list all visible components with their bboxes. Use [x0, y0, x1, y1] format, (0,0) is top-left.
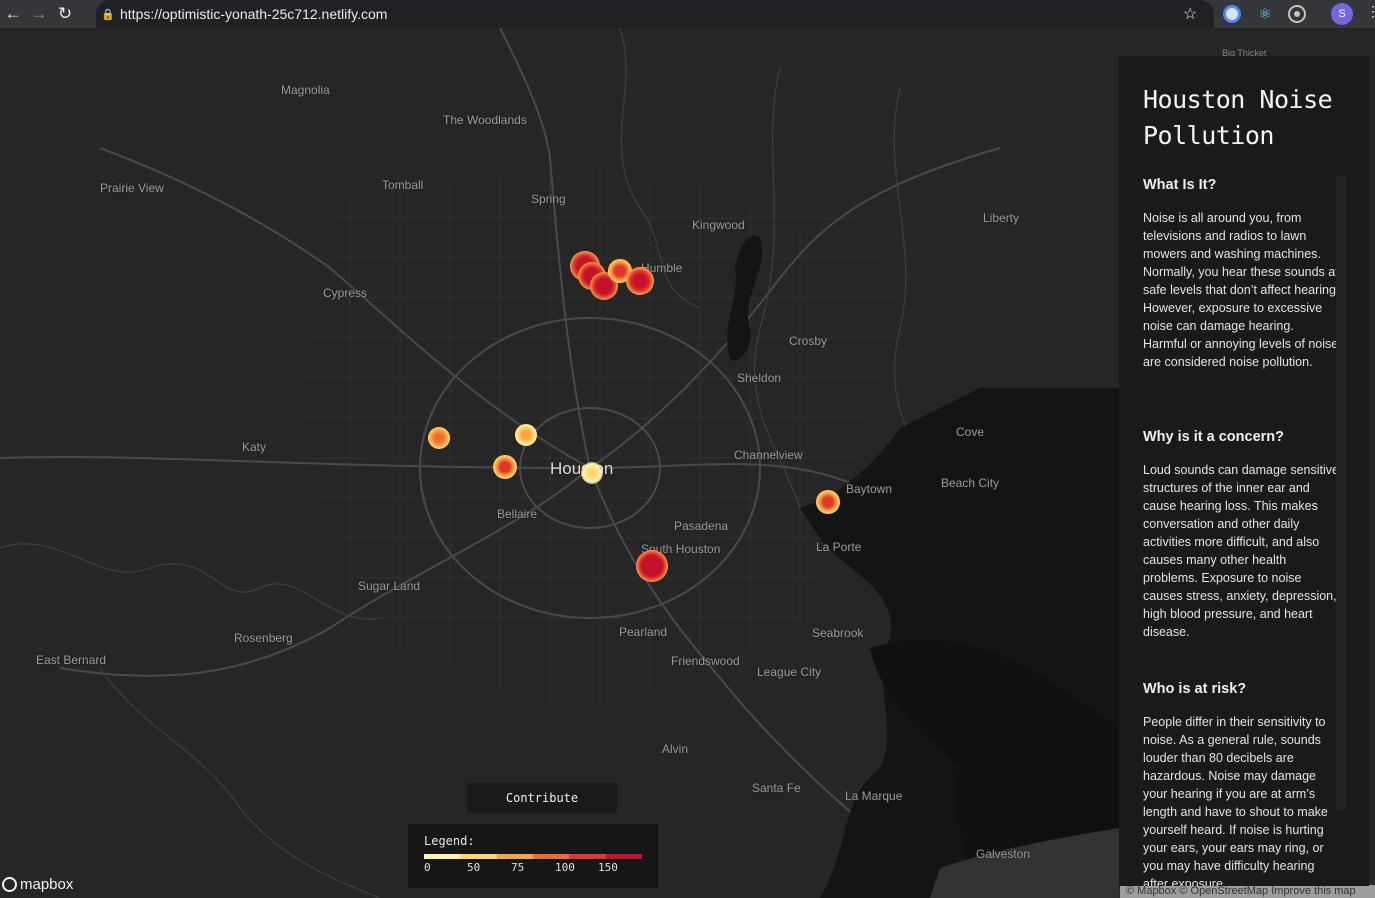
- place-label: Kingwood: [692, 218, 745, 232]
- forward-arrow-icon[interactable]: →: [26, 0, 52, 28]
- legend-swatch: [424, 854, 461, 859]
- place-label: Cove: [956, 425, 985, 439]
- panel-scrollbar[interactable]: [1336, 176, 1346, 810]
- noise-hotspot[interactable]: [816, 490, 840, 514]
- extension-icon[interactable]: [1223, 5, 1241, 23]
- react-devtools-icon[interactable]: ⚛: [1256, 5, 1274, 23]
- browser-toolbar: ← → ↻ 🔒 https://optimistic-yonath-25c712…: [0, 0, 1375, 28]
- legend-tick: 100: [555, 861, 575, 874]
- place-label: La Marque: [845, 789, 903, 803]
- place-label: Crosby: [789, 334, 828, 348]
- place-label: Prairie View: [100, 181, 164, 195]
- place-label: Pasadena: [674, 519, 729, 533]
- place-label: Channelview: [734, 448, 803, 462]
- place-label: Santa Fe: [752, 781, 801, 795]
- profile-avatar[interactable]: S: [1331, 3, 1353, 25]
- info-panel: Houston Noise Pollution What Is It? Nois…: [1119, 56, 1369, 886]
- map-attribution[interactable]: © Mapbox © OpenStreetMap Improve this ma…: [1120, 885, 1375, 898]
- legend-tick: 75: [511, 861, 525, 874]
- contribute-button[interactable]: Contribute: [467, 783, 617, 813]
- section-text: People differ in their sensitivity to no…: [1143, 715, 1328, 886]
- legend-swatch: [496, 854, 533, 859]
- place-label: Rosenberg: [234, 631, 293, 645]
- map-legend: Legend: 0 50 75 100 150: [408, 824, 658, 888]
- place-label: Bellaire: [497, 507, 538, 521]
- place-label: Pearland: [619, 625, 668, 639]
- legend-tick: 50: [467, 861, 481, 874]
- place-label: Sugar Land: [358, 579, 421, 593]
- url-text: https://optimistic-yonath-25c712.netlify…: [120, 6, 388, 22]
- place-label: Friendswood: [671, 654, 740, 668]
- place-label: Cypress: [323, 286, 368, 300]
- mapbox-logo-icon: [2, 877, 17, 892]
- place-label: Liberty: [983, 211, 1020, 225]
- place-label: The Woodlands: [443, 113, 527, 127]
- place-label: Baytown: [846, 482, 893, 496]
- reload-icon[interactable]: ↻: [52, 0, 78, 28]
- place-label: League City: [757, 665, 822, 679]
- mapbox-logo[interactable]: mapbox: [2, 876, 73, 893]
- legend-swatch: [569, 854, 606, 859]
- noise-hotspot[interactable]: [428, 427, 450, 449]
- extension-target-icon[interactable]: [1288, 5, 1306, 23]
- place-label: Spring: [531, 192, 566, 206]
- place-label: Tomball: [382, 178, 424, 192]
- browser-menu-icon[interactable]: ⋮: [1366, 3, 1375, 20]
- legend-ticks: 0 50 75 100 150: [424, 861, 642, 875]
- place-label: Magnolia: [281, 83, 330, 97]
- bookmark-star-icon[interactable]: ☆: [1183, 4, 1197, 24]
- back-arrow-icon[interactable]: ←: [0, 0, 26, 28]
- section-heading: Why is it a concern?: [1143, 429, 1284, 445]
- noise-hotspot[interactable]: [626, 267, 654, 295]
- legend-swatch: [532, 854, 570, 859]
- noise-hotspot[interactable]: [581, 462, 603, 484]
- place-label: Beach City: [941, 476, 1000, 490]
- place-label: Katy: [242, 440, 267, 454]
- lock-icon: 🔒: [101, 8, 115, 21]
- legend-title: Legend:: [424, 834, 475, 848]
- section-text: Noise is all around you, from television…: [1143, 211, 1340, 369]
- noise-hotspot[interactable]: [636, 550, 668, 582]
- legend-swatch: [605, 854, 642, 859]
- place-label: Alvin: [662, 742, 689, 756]
- panel-title: Houston Noise Pollution: [1143, 85, 1333, 150]
- noise-hotspot[interactable]: [515, 424, 537, 446]
- section-text: Loud sounds can damage sensitive structu…: [1143, 463, 1339, 639]
- legend-color-scale: [424, 854, 642, 859]
- place-label: Galveston: [976, 847, 1031, 861]
- section-heading: Who is at risk?: [1143, 681, 1247, 697]
- legend-swatch: [460, 854, 497, 859]
- place-label: East Bernard: [36, 653, 107, 667]
- address-bar[interactable]: 🔒 https://optimistic-yonath-25c712.netli…: [96, 0, 1214, 28]
- place-label: Sheldon: [737, 371, 782, 385]
- noise-hotspot[interactable]: [493, 455, 517, 479]
- section-heading: What Is It?: [1143, 177, 1217, 193]
- legend-tick: 0: [424, 861, 431, 874]
- place-label: La Porte: [816, 540, 862, 554]
- legend-tick: 150: [598, 861, 618, 874]
- mapbox-logo-text: mapbox: [20, 876, 74, 893]
- place-label: Seabrook: [812, 626, 864, 640]
